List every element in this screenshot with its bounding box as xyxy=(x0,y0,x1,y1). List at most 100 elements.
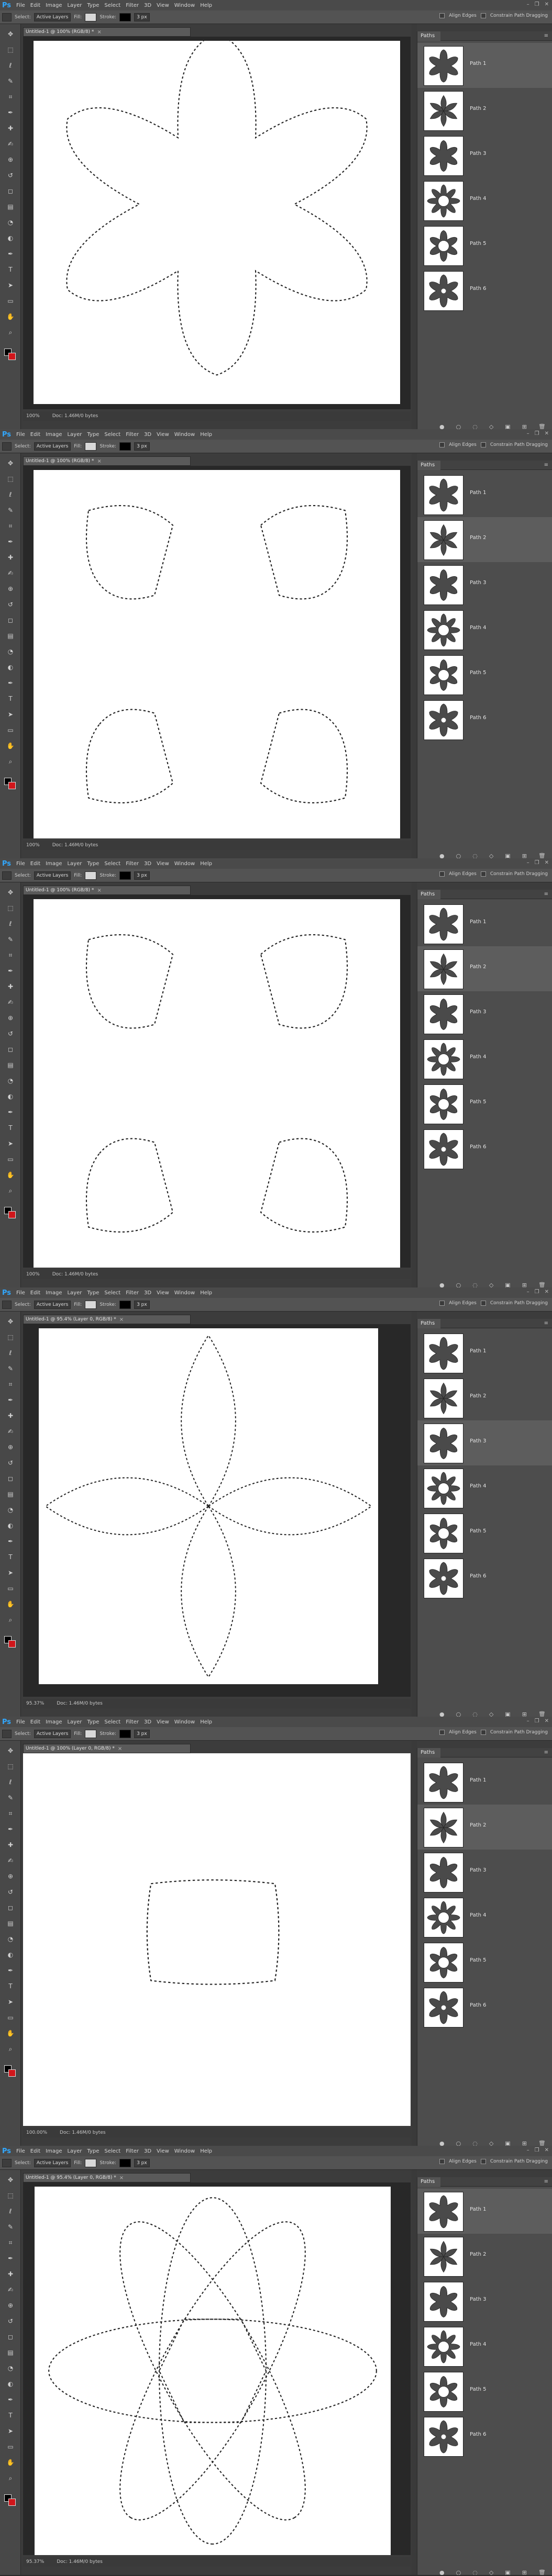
menu-help[interactable]: Help xyxy=(200,2148,212,2154)
panel-menu-icon[interactable]: ≡ xyxy=(544,891,548,897)
load-selection-icon[interactable]: ◌ xyxy=(472,2141,478,2146)
dodge-tool-icon[interactable]: ◐ xyxy=(4,232,17,244)
gradient-tool-icon[interactable]: ▤ xyxy=(4,201,17,212)
crop-tool-icon[interactable]: ⌗ xyxy=(4,2237,17,2248)
document-tab[interactable]: Untitled-1 @ 95.4% (Layer 0, RGB/8) * × xyxy=(23,2173,191,2182)
menu-help[interactable]: Help xyxy=(200,1290,212,1296)
minimize-icon[interactable]: – xyxy=(527,860,529,866)
pen-tool-icon[interactable]: ✒ xyxy=(4,1106,17,1118)
add-mask-icon[interactable]: ▣ xyxy=(505,424,510,430)
type-tool-icon[interactable]: T xyxy=(4,2410,17,2421)
brush-tool-icon[interactable]: ✍ xyxy=(4,567,17,579)
history-brush-tool-icon[interactable]: ↺ xyxy=(4,1028,17,1039)
crop-tool-icon[interactable]: ⌗ xyxy=(4,91,17,103)
menu-view[interactable]: View xyxy=(157,3,169,8)
zoom-level[interactable]: 100.00% xyxy=(26,2130,47,2135)
document-canvas[interactable] xyxy=(39,1328,378,1684)
hand-tool-icon[interactable]: ✋ xyxy=(4,311,17,322)
paths-tab[interactable]: Paths xyxy=(417,890,440,899)
move-tool-icon[interactable]: ✥ xyxy=(4,28,17,40)
eraser-tool-icon[interactable]: ◻ xyxy=(4,1902,17,1913)
clone-stamp-tool-icon[interactable]: ⊕ xyxy=(4,1012,17,1024)
make-work-path-icon[interactable]: ◇ xyxy=(489,424,493,430)
document-tab[interactable]: Untitled-1 @ 100% (RGB/8) * × xyxy=(23,456,191,466)
fill-path-icon[interactable]: ● xyxy=(439,1711,445,1717)
menu-view[interactable]: View xyxy=(157,1290,169,1296)
menu-3d[interactable]: 3D xyxy=(144,1719,151,1725)
menu-help[interactable]: Help xyxy=(200,1719,212,1725)
fill-path-icon[interactable]: ● xyxy=(439,2570,445,2575)
zoom-tool-icon[interactable]: ⌕ xyxy=(4,2472,17,2484)
gradient-tool-icon[interactable]: ▤ xyxy=(4,630,17,642)
align-edges-checkbox[interactable] xyxy=(439,13,445,18)
select-dropdown[interactable]: Active Layers xyxy=(34,1729,71,1738)
quick-select-tool-icon[interactable]: ✎ xyxy=(4,1363,17,1374)
delete-path-icon[interactable]: 🗑 xyxy=(538,1711,546,1717)
shape-tool-icon[interactable]: ▭ xyxy=(4,2441,17,2452)
menu-image[interactable]: Image xyxy=(46,1719,62,1725)
quick-select-tool-icon[interactable]: ✎ xyxy=(4,1792,17,1804)
path-item[interactable]: Path 6 xyxy=(417,2414,552,2459)
clone-stamp-tool-icon[interactable]: ⊕ xyxy=(4,154,17,165)
stroke-width-field[interactable]: 3 px xyxy=(134,1300,150,1309)
path-item[interactable]: Path 2 xyxy=(417,517,552,562)
menu-type[interactable]: Type xyxy=(87,861,99,867)
tab-close-icon[interactable]: × xyxy=(97,458,101,464)
clone-stamp-tool-icon[interactable]: ⊕ xyxy=(4,2300,17,2311)
eraser-tool-icon[interactable]: ◻ xyxy=(4,614,17,626)
zoom-level[interactable]: 100% xyxy=(26,843,40,848)
document-canvas[interactable] xyxy=(34,899,400,1268)
fill-swatch[interactable] xyxy=(85,13,97,21)
history-brush-tool-icon[interactable]: ↺ xyxy=(4,2315,17,2327)
minimize-icon[interactable]: – xyxy=(527,1289,529,1295)
shape-tool-icon[interactable]: ▭ xyxy=(4,2012,17,2023)
pen-tool-icon[interactable]: ✒ xyxy=(4,1965,17,1976)
make-work-path-icon[interactable]: ◇ xyxy=(489,1282,493,1288)
crop-tool-icon[interactable]: ⌗ xyxy=(4,1379,17,1390)
clone-stamp-tool-icon[interactable]: ⊕ xyxy=(4,1871,17,1882)
make-work-path-icon[interactable]: ◇ xyxy=(489,2570,493,2575)
menu-type[interactable]: Type xyxy=(87,432,99,438)
add-mask-icon[interactable]: ▣ xyxy=(505,2570,510,2575)
minimize-icon[interactable]: – xyxy=(527,1718,529,1724)
path-item[interactable]: Path 6 xyxy=(417,697,552,742)
menu-select[interactable]: Select xyxy=(104,3,120,8)
shape-tool-icon[interactable]: ▭ xyxy=(4,724,17,736)
canvas-area[interactable] xyxy=(23,466,411,838)
panel-menu-icon[interactable]: ≡ xyxy=(544,462,548,468)
delete-path-icon[interactable]: 🗑 xyxy=(538,1282,546,1288)
panel-menu-icon[interactable]: ≡ xyxy=(544,1320,548,1326)
menu-layer[interactable]: Layer xyxy=(67,1719,82,1725)
brush-tool-icon[interactable]: ✍ xyxy=(4,1426,17,1437)
align-edges-checkbox[interactable] xyxy=(439,2159,445,2164)
make-work-path-icon[interactable]: ◇ xyxy=(489,1711,493,1717)
stroke-width-field[interactable]: 3 px xyxy=(134,871,150,880)
close-icon[interactable]: ✕ xyxy=(545,1718,549,1724)
tab-close-icon[interactable]: × xyxy=(118,1746,122,1752)
align-edges-checkbox[interactable] xyxy=(439,442,445,447)
lasso-tool-icon[interactable]: ℓ xyxy=(4,2205,17,2217)
panel-menu-icon[interactable]: ≡ xyxy=(544,1750,548,1755)
zoom-tool-icon[interactable]: ⌕ xyxy=(4,2043,17,2055)
path-item[interactable]: Path 4 xyxy=(417,1465,552,1510)
stroke-swatch[interactable] xyxy=(119,13,131,21)
background-color[interactable] xyxy=(8,782,16,789)
blur-tool-icon[interactable]: ◔ xyxy=(4,646,17,657)
menu-view[interactable]: View xyxy=(157,432,169,438)
menu-help[interactable]: Help xyxy=(200,861,212,867)
path-selection-tool-icon[interactable]: ➤ xyxy=(4,279,17,291)
align-edges-checkbox[interactable] xyxy=(439,871,445,877)
menu-filter[interactable]: Filter xyxy=(126,2148,139,2154)
menu-window[interactable]: Window xyxy=(174,432,195,438)
menu-window[interactable]: Window xyxy=(174,861,195,867)
select-dropdown[interactable]: Active Layers xyxy=(34,13,71,21)
minimize-icon[interactable]: – xyxy=(527,2147,529,2153)
path-item[interactable]: Path 5 xyxy=(417,223,552,268)
menu-type[interactable]: Type xyxy=(87,3,99,8)
menu-image[interactable]: Image xyxy=(46,2148,62,2154)
path-item[interactable]: Path 3 xyxy=(417,1850,552,1895)
hand-tool-icon[interactable]: ✋ xyxy=(4,1598,17,1610)
menu-edit[interactable]: Edit xyxy=(30,1719,40,1725)
eyedropper-tool-icon[interactable]: ✒ xyxy=(4,1394,17,1406)
type-tool-icon[interactable]: T xyxy=(4,264,17,275)
